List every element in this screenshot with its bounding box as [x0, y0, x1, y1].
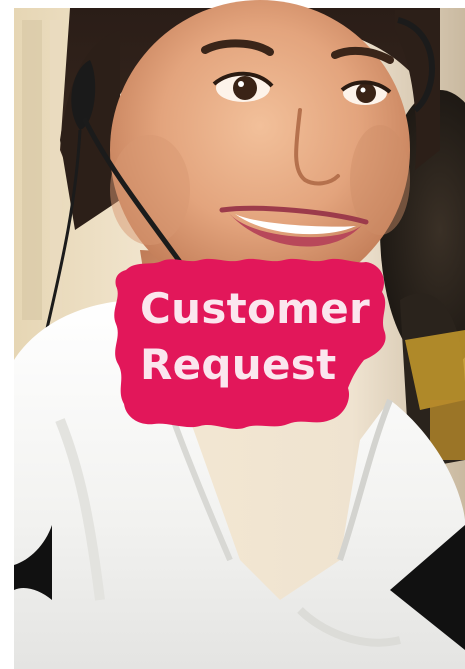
badge-line-1: Customer	[140, 284, 371, 333]
badge-label: Customer Request	[108, 258, 386, 430]
customer-request-badge[interactable]: Customer Request	[108, 258, 386, 430]
badge-line-2: Request	[140, 340, 337, 389]
customer-request-card[interactable]: Customer Request	[0, 0, 465, 669]
